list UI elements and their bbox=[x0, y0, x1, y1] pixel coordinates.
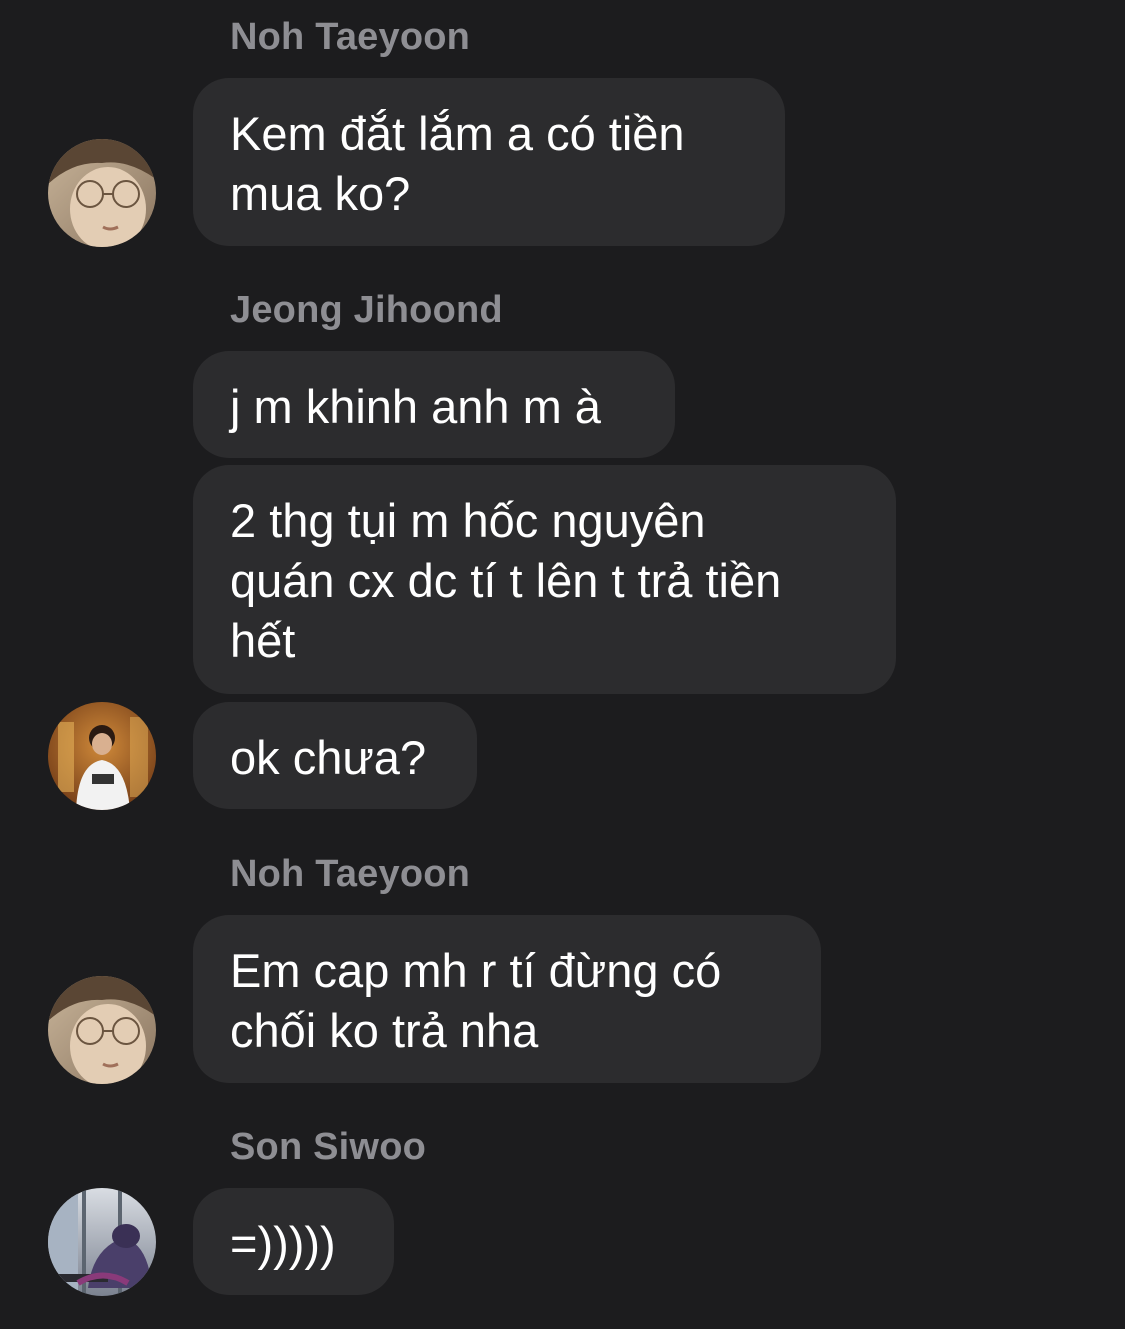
sender-name: Noh Taeyoon bbox=[230, 16, 471, 58]
avatar-photo-icon bbox=[48, 702, 156, 810]
message-bubble[interactable]: =))))) bbox=[193, 1188, 394, 1295]
sender-name: Jeong Jihoond bbox=[230, 289, 503, 331]
avatar-son-siwoo[interactable] bbox=[48, 1188, 156, 1296]
message-bubble[interactable]: Kem đắt lắm a có tiền mua ko? bbox=[193, 78, 785, 246]
message-bubble[interactable]: j m khinh anh m à bbox=[193, 351, 675, 458]
avatar-photo-icon bbox=[48, 139, 156, 247]
message-bubble[interactable]: ok chưa? bbox=[193, 702, 477, 809]
message-bubble[interactable]: Em cap mh r tí đừng có chối ko trả nha bbox=[193, 915, 821, 1083]
avatar-photo-icon bbox=[48, 1188, 156, 1296]
sender-name: Son Siwoo bbox=[230, 1126, 427, 1168]
avatar-noh-taeyoon[interactable] bbox=[48, 139, 156, 247]
chat-thread: Noh Taeyoon Kem đắt lắm a có tiền mua ko… bbox=[0, 0, 1125, 1329]
message-bubble[interactable]: 2 thg tụi m hốc nguyên quán cx dc tí t l… bbox=[193, 465, 896, 694]
sender-name: Noh Taeyoon bbox=[230, 853, 471, 895]
avatar-noh-taeyoon[interactable] bbox=[48, 976, 156, 1084]
avatar-photo-icon bbox=[48, 976, 156, 1084]
avatar-jeong-jihoond[interactable] bbox=[48, 702, 156, 810]
